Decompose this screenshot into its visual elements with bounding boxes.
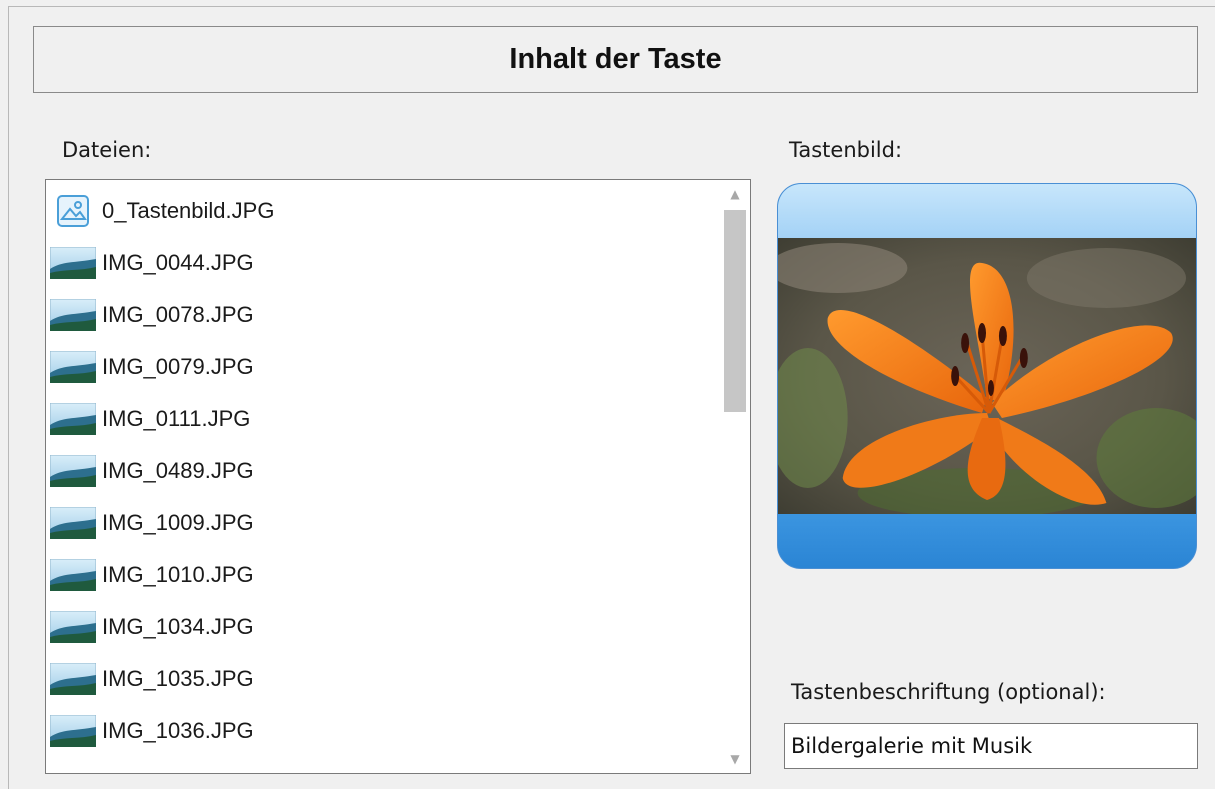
list-item[interactable]: IMG_1010.JPG xyxy=(50,550,710,600)
button-preview-bottom-band xyxy=(778,514,1196,568)
caption-label: Tastenbeschriftung (optional): xyxy=(791,680,1106,704)
button-image-preview[interactable] xyxy=(777,183,1197,569)
scroll-thumb[interactable] xyxy=(724,210,746,412)
file-name: IMG_0078.JPG xyxy=(102,302,254,327)
file-name: IMG_1034.JPG xyxy=(102,614,254,639)
file-name: IMG_0079.JPG xyxy=(102,354,254,379)
file-name: IMG_1010.JPG xyxy=(102,562,254,587)
frame-border-top xyxy=(8,6,1215,7)
orange-lily-image xyxy=(778,238,1196,514)
list-item[interactable]: IMG_0044.JPG xyxy=(50,238,710,288)
file-name: IMG_0044.JPG xyxy=(102,250,254,275)
picture-file-icon xyxy=(50,556,96,594)
list-item[interactable]: 0_Tastenbild.JPG xyxy=(50,186,710,236)
files-scrollbar[interactable]: ▲ ▼ xyxy=(720,180,750,773)
list-item[interactable]: IMG_1036.JPG xyxy=(50,706,710,756)
picture-file-icon xyxy=(50,400,96,438)
list-item[interactable]: IMG_0111.JPG xyxy=(50,394,710,444)
picture-file-icon xyxy=(50,296,96,334)
picture-file-icon xyxy=(50,244,96,282)
file-name: IMG_1036.JPG xyxy=(102,718,254,743)
file-name: 0_Tastenbild.JPG xyxy=(102,198,275,223)
list-item[interactable]: IMG_0079.JPG xyxy=(50,342,710,392)
picture-file-icon xyxy=(50,608,96,646)
picture-file-icon xyxy=(50,660,96,698)
caption-input[interactable] xyxy=(784,723,1198,769)
button-image-icon xyxy=(50,192,96,230)
file-name: IMG_0111.JPG xyxy=(102,406,251,431)
file-name: IMG_1009.JPG xyxy=(102,510,254,535)
scroll-up-arrow-icon[interactable]: ▲ xyxy=(720,180,750,208)
list-item[interactable]: IMG_1009.JPG xyxy=(50,498,710,548)
frame-border-left xyxy=(8,6,9,789)
file-name: IMG_1035.JPG xyxy=(102,666,254,691)
list-item[interactable]: IMG_0489.JPG xyxy=(50,446,710,496)
list-item[interactable]: IMG_0078.JPG xyxy=(50,290,710,340)
list-item[interactable]: IMG_1034.JPG xyxy=(50,602,710,652)
picture-file-icon xyxy=(50,712,96,750)
button-preview-top-band xyxy=(778,184,1196,238)
page-title: Inhalt der Taste xyxy=(509,43,722,75)
button-image-label: Tastenbild: xyxy=(789,138,903,162)
picture-file-icon xyxy=(50,348,96,386)
section-title-box: Inhalt der Taste xyxy=(33,26,1198,93)
scroll-down-arrow-icon[interactable]: ▼ xyxy=(720,745,750,773)
picture-file-icon xyxy=(50,504,96,542)
picture-file-icon xyxy=(50,452,96,490)
files-listbox[interactable]: 0_Tastenbild.JPG IMG_0044.JPG IMG_0078.JPG… xyxy=(45,179,751,774)
file-name: IMG_0489.JPG xyxy=(102,458,254,483)
list-item[interactable]: IMG_1035.JPG xyxy=(50,654,710,704)
files-label: Dateien: xyxy=(62,138,152,162)
